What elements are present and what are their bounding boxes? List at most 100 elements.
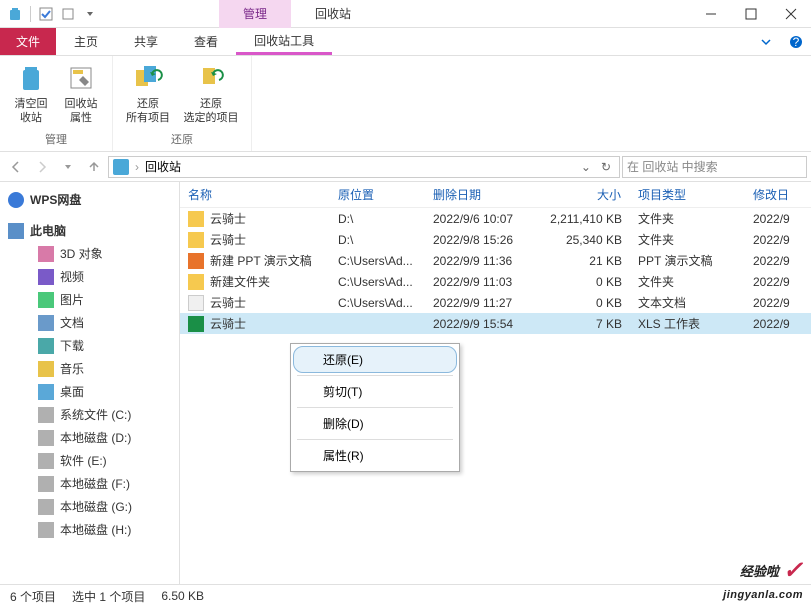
file-modified: 2022/9 <box>745 254 811 268</box>
close-button[interactable] <box>771 0 811 28</box>
file-type: 文件夹 <box>630 210 745 227</box>
status-selected-size: 6.50 KB <box>161 589 204 603</box>
wps-cloud-icon <box>8 192 24 208</box>
dropdown-icon[interactable] <box>81 5 99 23</box>
drive-icon <box>38 430 54 446</box>
folder-icon <box>188 274 204 290</box>
file-date: 2022/9/6 10:07 <box>425 212 540 226</box>
help-dropdown[interactable] <box>751 28 781 55</box>
sidebar-item-drive-h[interactable]: 本地磁盘 (H:) <box>0 518 179 541</box>
sidebar-item-downloads[interactable]: 下载 <box>0 334 179 357</box>
file-row[interactable]: 云骑士 D:\ 2022/9/8 15:26 25,340 KB 文件夹 202… <box>180 229 811 250</box>
recycle-tools-tab[interactable]: 回收站工具 <box>236 28 332 55</box>
ctx-separator <box>297 375 453 376</box>
tab-manage[interactable]: 管理 <box>219 0 291 28</box>
watermark-check-icon: ✓ <box>783 556 803 585</box>
search-placeholder: 在 回收站 中搜索 <box>627 158 718 175</box>
sidebar-item-wps[interactable]: WPS网盘 <box>0 188 179 211</box>
document-icon <box>38 315 54 331</box>
file-size: 21 KB <box>540 254 630 268</box>
file-modified: 2022/9 <box>745 296 811 310</box>
address-text[interactable]: 回收站 <box>145 158 181 175</box>
sidebar-item-drive-e[interactable]: 软件 (E:) <box>0 449 179 472</box>
file-row[interactable]: 新建 PPT 演示文稿 C:\Users\Ad... 2022/9/9 11:3… <box>180 250 811 271</box>
quick-access-toolbar <box>0 5 99 23</box>
sidebar-label: 图片 <box>60 291 84 308</box>
ctx-restore[interactable]: 还原(E) <box>293 346 457 373</box>
properties-icon[interactable] <box>59 5 77 23</box>
sidebar-item-3d[interactable]: 3D 对象 <box>0 242 179 265</box>
sidebar-item-music[interactable]: 音乐 <box>0 357 179 380</box>
sidebar-item-drive-c[interactable]: 系统文件 (C:) <box>0 403 179 426</box>
sidebar-label: 软件 (E:) <box>60 452 107 469</box>
forward-button[interactable] <box>30 155 54 179</box>
bin-props-label: 回收站 属性 <box>65 98 98 124</box>
ctx-properties[interactable]: 属性(R) <box>293 442 457 469</box>
col-deleted-date[interactable]: 删除日期 <box>425 186 540 203</box>
minimize-button[interactable] <box>691 0 731 28</box>
group-label-restore: 还原 <box>119 129 245 149</box>
file-size: 0 KB <box>540 296 630 310</box>
desktop-icon <box>38 384 54 400</box>
file-row[interactable]: 云骑士 C:\Users\Ad... 2022/9/9 11:27 0 KB 文… <box>180 292 811 313</box>
checkbox-checked-icon[interactable] <box>37 5 55 23</box>
address-dropdown-icon[interactable]: ⌄ <box>581 160 591 174</box>
view-tab[interactable]: 查看 <box>176 28 236 55</box>
ribbon-group-restore: 还原 所有项目 还原 选定的项目 还原 <box>113 56 252 151</box>
file-row-selected[interactable]: 云骑士 2022/9/9 15:54 7 KB XLS 工作表 2022/9 <box>180 313 811 334</box>
search-input[interactable]: 在 回收站 中搜索 <box>622 156 807 178</box>
share-tab[interactable]: 共享 <box>116 28 176 55</box>
watermark-url: jingyanla.com <box>723 589 803 601</box>
back-button[interactable] <box>4 155 28 179</box>
col-modified[interactable]: 修改日 <box>745 186 811 203</box>
address-bar[interactable]: › 回收站 ⌄ ↻ <box>108 156 620 178</box>
tab-recycle-bin[interactable]: 回收站 <box>291 0 375 28</box>
download-icon <box>38 338 54 354</box>
refresh-icon[interactable]: ↻ <box>597 160 615 174</box>
file-row[interactable]: 新建文件夹 C:\Users\Ad... 2022/9/9 11:03 0 KB… <box>180 271 811 292</box>
sidebar-label: 视频 <box>60 268 84 285</box>
ctx-cut[interactable]: 剪切(T) <box>293 378 457 405</box>
restore-all-button[interactable]: 还原 所有项目 <box>119 58 177 129</box>
bin-props-button[interactable]: 回收站 属性 <box>56 58 106 129</box>
title-tabs: 管理 回收站 <box>219 0 375 28</box>
ctx-delete[interactable]: 删除(D) <box>293 410 457 437</box>
drive-icon <box>38 499 54 515</box>
maximize-button[interactable] <box>731 0 771 28</box>
restore-selected-button[interactable]: 还原 选定的项目 <box>177 58 245 129</box>
breadcrumb-sep[interactable]: › <box>135 160 139 174</box>
ribbon-group-manage: 清空回 收站 回收站 属性 管理 <box>0 56 113 151</box>
col-location[interactable]: 原位置 <box>330 186 425 203</box>
help-icon[interactable]: ? <box>781 28 811 55</box>
sidebar-item-drive-g[interactable]: 本地磁盘 (G:) <box>0 495 179 518</box>
file-type: XLS 工作表 <box>630 315 745 332</box>
pc-icon <box>8 223 24 239</box>
sidebar-item-drive-f[interactable]: 本地磁盘 (F:) <box>0 472 179 495</box>
sidebar-item-desktop[interactable]: 桌面 <box>0 380 179 403</box>
col-name[interactable]: 名称 <box>180 186 330 203</box>
col-type[interactable]: 项目类型 <box>630 186 745 203</box>
sidebar-label: 此电脑 <box>30 222 66 239</box>
sidebar-label: 桌面 <box>60 383 84 400</box>
empty-bin-button[interactable]: 清空回 收站 <box>6 58 56 129</box>
up-button[interactable] <box>82 155 106 179</box>
file-location: C:\Users\Ad... <box>330 254 425 268</box>
window-controls <box>691 0 811 28</box>
file-size: 0 KB <box>540 275 630 289</box>
file-name: 云骑士 <box>210 231 246 248</box>
sidebar-item-video[interactable]: 视频 <box>0 265 179 288</box>
file-name: 云骑士 <box>210 210 246 227</box>
home-tab[interactable]: 主页 <box>56 28 116 55</box>
file-row[interactable]: 云骑士 D:\ 2022/9/6 10:07 2,211,410 KB 文件夹 … <box>180 208 811 229</box>
sidebar-item-drive-d[interactable]: 本地磁盘 (D:) <box>0 426 179 449</box>
sidebar-item-pictures[interactable]: 图片 <box>0 288 179 311</box>
status-item-count: 6 个项目 <box>10 588 56 605</box>
col-size[interactable]: 大小 <box>540 186 630 203</box>
menu-bar: 文件 主页 共享 查看 回收站工具 ? <box>0 28 811 56</box>
recent-dropdown[interactable] <box>56 155 80 179</box>
file-type: 文件夹 <box>630 231 745 248</box>
sidebar-item-documents[interactable]: 文档 <box>0 311 179 334</box>
sidebar-item-pc[interactable]: 此电脑 <box>0 219 179 242</box>
file-date: 2022/9/8 15:26 <box>425 233 540 247</box>
file-menu[interactable]: 文件 <box>0 28 56 55</box>
